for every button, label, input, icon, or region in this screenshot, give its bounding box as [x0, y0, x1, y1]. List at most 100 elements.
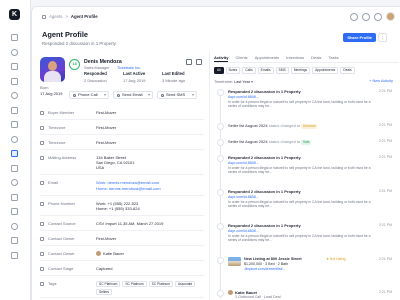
gear-icon[interactable] [374, 12, 382, 21]
field-value: First-Mover [96, 236, 116, 241]
field-icon [40, 221, 44, 226]
edit-icon[interactable] [186, 59, 192, 65]
phone-call-button[interactable]: Phone Call ▾ [69, 91, 109, 99]
field-label: Timezone [48, 140, 66, 145]
profile-stat: Responded 2 Discussion [84, 71, 107, 83]
tag-chip[interactable]: Sellers [96, 288, 113, 296]
breadcrumb-separator: > [65, 14, 68, 19]
field-value[interactable]: Katie Bauer [96, 250, 124, 257]
profile-card: Born 17 Aug 2019 18 Denis Mendoza Sales … [40, 57, 204, 104]
action-label: Send Email [122, 92, 143, 97]
field-value: 134 Baker Street San Diego, CA 92101 USA [96, 155, 134, 171]
filter-emails[interactable]: Emails [257, 67, 274, 74]
field-value-line[interactable]: Work: dennis.mendoza@email.com [96, 180, 161, 185]
home-icon[interactable] [11, 34, 18, 41]
activity-dot [217, 155, 224, 162]
listing-link[interactable]: Jimplunt.com/#recentlist/... [244, 267, 285, 271]
tab-tasks[interactable]: Tasks [328, 54, 338, 62]
activity-time: 2:21 PM [378, 290, 392, 294]
tab-appointments[interactable]: Appointments [255, 54, 279, 62]
filter-all[interactable]: All [214, 67, 224, 74]
tab-interviews[interactable]: Interviews [286, 54, 304, 62]
more-options-button[interactable]: ⋮ [378, 33, 387, 42]
chevron-down-icon: ▾ [103, 92, 106, 97]
field-value: First-Mover [96, 125, 116, 130]
activity-dot [217, 257, 224, 264]
list-icon[interactable] [11, 92, 18, 99]
field-value: Captured [96, 266, 112, 271]
field-value-line: Home: +1 (555) 333-624 [96, 205, 140, 211]
chevron-down-icon: ▾ [147, 92, 150, 97]
send-sms-button[interactable]: Send SMS ▾ [157, 91, 197, 99]
tag-chip[interactable]: SC Platinum [148, 280, 173, 288]
listing-title: New Listing at 800 Jessie Street [244, 257, 302, 261]
field-label: Contact Owner [48, 250, 75, 256]
activity-tabs: Activity Clients Appointments Interviews Dea… [214, 54, 399, 63]
activity-link[interactable]: Aspr.com/id.8808... [228, 229, 259, 233]
contacts-icon[interactable] [11, 135, 18, 143]
action-label: Send SMS [166, 92, 186, 97]
profile-field: Tags SC Platinum SC Platinum SC Platinum Ass… [40, 280, 204, 298]
status-badge: Sale [301, 140, 312, 145]
notification-icon[interactable] [11, 251, 18, 259]
chevron-down-icon: ▾ [251, 80, 253, 84]
profile-field: Buyer Member First-Mover [40, 110, 204, 120]
activity-link[interactable]: Aspr.com/id.8808... [228, 161, 259, 165]
field-label: Contact Stage [48, 265, 74, 271]
activity-link[interactable]: Aspr.com/id.8808... [228, 195, 259, 199]
filter-meetings[interactable]: Meetings [290, 67, 311, 74]
owner-name: Katie Bauer [103, 250, 124, 256]
activity-link[interactable]: Aspr.com/id.8808... [228, 95, 259, 99]
grid-icon[interactable] [11, 77, 18, 85]
help-icon[interactable] [11, 237, 18, 244]
users-icon[interactable] [11, 150, 18, 157]
building-icon[interactable] [11, 121, 18, 128]
person-avatar [228, 290, 233, 295]
field-label: Email [48, 180, 59, 186]
field-value: Work: dennis.mendoza@email.com Home: denn… [96, 180, 161, 190]
profile-column: Born 17 Aug 2019 18 Denis Mendoza Sales … [32, 52, 210, 300]
field-value-line: First-Mover [96, 110, 117, 115]
filter-calls[interactable]: Calls [242, 67, 256, 74]
new-activity-button[interactable]: + New Activity [369, 79, 393, 83]
agent-company-link[interactable]: Ticketsale Inc. [117, 66, 141, 70]
calendar-icon[interactable] [11, 48, 18, 56]
filter-sms[interactable]: SMS [275, 67, 289, 74]
stat-label: Responded [84, 71, 107, 76]
tab-activity[interactable]: Activity [214, 54, 229, 62]
field-label: Contact Owner [48, 235, 75, 241]
timeframe-filter[interactable]: Timeframe: Last Year ▾ [214, 79, 253, 84]
tab-clients[interactable]: Clients [235, 54, 247, 62]
stat-label: Last Edited [162, 71, 185, 76]
activity-title: Responded 2 discussion in 1 Property [228, 155, 301, 160]
phone-icon[interactable] [11, 179, 18, 186]
settings-icon[interactable] [11, 222, 18, 230]
filter-appointments[interactable]: Appointments [312, 67, 339, 74]
tag-chip[interactable]: SC Platinum [96, 280, 121, 288]
filter-deals[interactable]: Deals [340, 67, 355, 74]
chart-icon[interactable] [11, 208, 18, 215]
activity-title: Seller list August 2024 status changed t… [228, 123, 318, 129]
share-icon[interactable] [196, 59, 202, 65]
activity-time: 2:21 PM [378, 155, 392, 159]
user-avatar[interactable] [386, 12, 395, 21]
tag-chip[interactable]: SC Platinum [122, 280, 147, 288]
breadcrumb-parent[interactable]: Agents [49, 14, 62, 19]
stat-label: Last Active [123, 71, 146, 76]
activity-dot [217, 123, 224, 130]
folder-icon[interactable] [11, 63, 18, 70]
search-icon[interactable] [350, 12, 358, 21]
tab-deals[interactable]: Deals [311, 54, 321, 62]
message-icon[interactable] [11, 164, 18, 172]
filter-notes[interactable]: Notes [225, 67, 241, 74]
send-email-button[interactable]: Send Email ▾ [113, 91, 153, 99]
field-value-line[interactable]: Home: dennis.mendoza@email.com [96, 186, 161, 191]
breadcrumb-home-icon[interactable] [42, 14, 46, 19]
tag-chip[interactable]: Associate [174, 280, 196, 288]
app-logo[interactable]: K [9, 9, 20, 20]
field-label: Phone Number [48, 200, 75, 206]
document-icon[interactable] [11, 193, 18, 201]
notification-icon[interactable] [362, 12, 370, 21]
inbox-icon[interactable] [11, 106, 18, 114]
share-profile-button[interactable]: Share Profile [343, 33, 376, 42]
